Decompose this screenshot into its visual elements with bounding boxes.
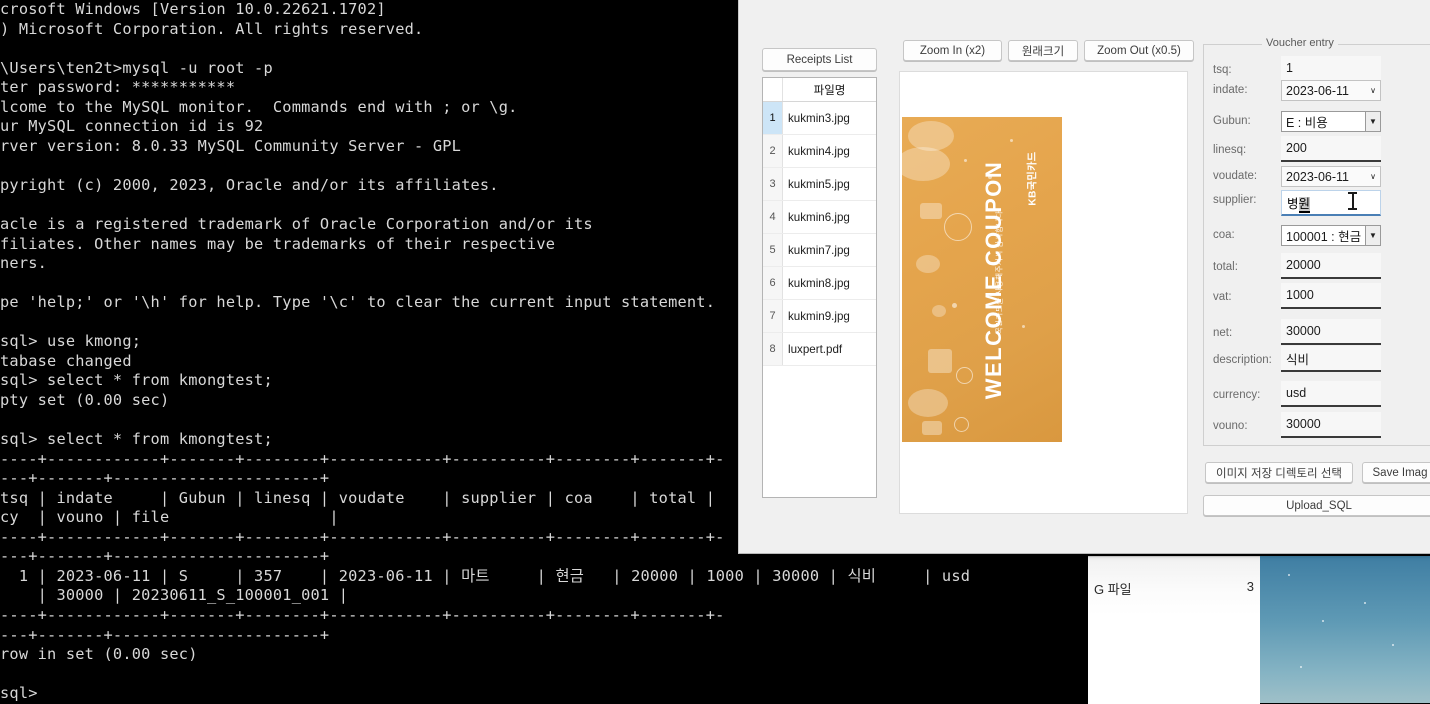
file-list-item-name: kukmin6.jpg <box>782 200 876 234</box>
file-list-item-name: kukmin9.jpg <box>782 299 876 333</box>
background-explorer-row: G 파일 3 <box>1088 579 1260 598</box>
form-label-linesq: linesq: <box>1213 144 1247 156</box>
form-label-vat: vat: <box>1213 291 1232 303</box>
terminal-line: ----+------------+-------+--------+-----… <box>0 605 725 624</box>
file-list-item[interactable]: 7 kukmin9.jpg <box>763 299 876 333</box>
background-file-explorer[interactable]: G 파일 3 <box>1088 556 1260 704</box>
select-image-directory-button[interactable]: 이미지 저장 디렉토리 선택 <box>1205 462 1353 483</box>
zoom-out-button[interactable]: Zoom Out (x0.5) <box>1084 40 1194 61</box>
form-label-total: total: <box>1213 261 1238 273</box>
dropdown-value: 2023-06-11 <box>1286 83 1350 98</box>
chevron-down-icon[interactable]: ∨ <box>1366 167 1380 186</box>
file-list-item-index: 8 <box>763 332 783 366</box>
form-label-vouno: vouno: <box>1213 420 1248 432</box>
file-list-item[interactable]: 5 kukmin7.jpg <box>763 233 876 267</box>
file-list-name-header: 파일명 <box>782 78 876 102</box>
terminal-line: ---+-------+----------------------+ <box>0 625 330 644</box>
file-list-item[interactable]: 3 kukmin5.jpg <box>763 167 876 201</box>
form-input-tsq[interactable]: 1 <box>1281 56 1381 82</box>
supplier-ime-text: 병원 <box>1287 193 1311 213</box>
form-input-currency[interactable]: usd <box>1281 381 1381 407</box>
file-list-table: 파일명 1 kukmin3.jpg 2 kukmin4.jpg 3 kukmin5.jpg… <box>763 78 876 366</box>
file-list-item[interactable]: 6 kukmin8.jpg <box>763 266 876 300</box>
receipt-coupon-image: WELCOME COUPON 국민카드를 사용해주셔서 감사합니다 KB국민카드 <box>902 117 1062 442</box>
file-list-item-index: 3 <box>763 167 783 201</box>
file-list-item-index: 6 <box>763 266 783 300</box>
file-list-item-name: kukmin5.jpg <box>782 167 876 201</box>
form-label-tsq: tsq: <box>1213 64 1232 76</box>
background-explorer-label: G 파일 <box>1094 582 1132 597</box>
form-label-indate: indate: <box>1213 84 1248 96</box>
image-viewer-panel[interactable]: WELCOME COUPON 국민카드를 사용해주셔서 감사합니다 KB국민카드 <box>899 71 1188 514</box>
dropdown-value: 2023-06-11 <box>1286 169 1350 184</box>
form-label-gubun: Gubun: <box>1213 115 1251 127</box>
form-input-vouno[interactable]: 30000 <box>1281 412 1381 438</box>
form-label-supplier: supplier: <box>1213 194 1257 206</box>
form-input-vat[interactable]: 1000 <box>1281 283 1381 309</box>
chevron-down-icon[interactable]: ∨ <box>1366 81 1380 100</box>
coupon-subtitle-text: 국민카드를 사용해주셔서 감사합니다 <box>994 210 1004 335</box>
terminal-line: 1 | 2023-06-11 | S | 357 | 2023-06-11 | … <box>0 566 971 585</box>
chevron-down-icon[interactable]: ▼ <box>1365 226 1380 245</box>
form-label-description: description: <box>1213 354 1272 366</box>
file-list-index-header <box>763 78 783 102</box>
form-input-total[interactable]: 20000 <box>1281 253 1381 279</box>
save-image-button[interactable]: Save Imag <box>1362 462 1430 483</box>
file-list-item-name: kukmin4.jpg <box>782 134 876 168</box>
file-list-item[interactable]: 2 kukmin4.jpg <box>763 134 876 168</box>
form-input-linesq[interactable]: 200 <box>1281 136 1381 162</box>
zoom-in-button[interactable]: Zoom In (x2) <box>903 40 1002 61</box>
form-label-coa: coa: <box>1213 229 1235 241</box>
file-list-panel[interactable]: 파일명 1 kukmin3.jpg 2 kukmin4.jpg 3 kukmin5.jpg… <box>762 77 877 498</box>
file-list-item-index: 7 <box>763 299 783 333</box>
zoom-original-size-button[interactable]: 원래크기 <box>1008 40 1078 61</box>
dropdown-value: E : 비용 <box>1286 116 1328 130</box>
terminal-line: | 30000 | 20230611_S_100001_001 | <box>0 586 349 605</box>
voucher-entry-legend: Voucher entry <box>1262 37 1338 49</box>
receipts-list-button[interactable]: Receipts List <box>762 48 877 71</box>
form-input-description[interactable]: 식비 <box>1281 346 1381 372</box>
dropdown-value: 100001 : 현금 <box>1286 230 1362 244</box>
file-list-item-name: luxpert.pdf <box>782 332 876 366</box>
file-list-item[interactable]: 8 luxpert.pdf <box>763 332 876 366</box>
file-list-item-index: 5 <box>763 233 783 267</box>
ime-composition: 원 <box>1298 197 1311 213</box>
form-input-net[interactable]: 30000 <box>1281 319 1381 345</box>
file-list-item-index: 2 <box>763 134 783 168</box>
form-dropdown-voudate[interactable]: 2023-06-11 ∨ <box>1281 166 1381 187</box>
upload-sql-button[interactable]: Upload_SQL <box>1203 495 1430 516</box>
file-list-item-index: 4 <box>763 200 783 234</box>
form-dropdown-indate[interactable]: 2023-06-11 ∨ <box>1281 80 1381 101</box>
form-label-net: net: <box>1213 327 1233 339</box>
file-list-item-name: kukmin8.jpg <box>782 266 876 300</box>
form-dropdown-coa[interactable]: 100001 : 현금 ▼ <box>1281 225 1381 246</box>
form-label-voudate: voudate: <box>1213 170 1258 182</box>
form-input-supplier[interactable]: 병원 <box>1281 190 1381 216</box>
form-label-currency: currency: <box>1213 389 1261 401</box>
coupon-brand-text: KB국민카드 <box>1027 151 1039 206</box>
form-dropdown-gubun[interactable]: E : 비용 ▼ <box>1281 111 1381 132</box>
file-list-body: 1 kukmin3.jpg 2 kukmin4.jpg 3 kukmin5.jpg 4 kuk… <box>763 101 876 366</box>
background-explorer-size: 3 <box>1246 579 1254 594</box>
desktop: G 파일 3 crosoft Windows [Version 10.0.226… <box>0 0 1430 704</box>
file-list-item-name: kukmin7.jpg <box>782 233 876 267</box>
file-list-item[interactable]: 4 kukmin6.jpg <box>763 200 876 234</box>
chevron-down-icon[interactable]: ▼ <box>1365 112 1380 131</box>
terminal-line: row in set (0.00 sec) <box>0 645 198 664</box>
file-list-item-index: 1 <box>763 101 783 135</box>
terminal-line: sql> <box>0 684 38 703</box>
desktop-wallpaper <box>1260 556 1430 703</box>
file-list-item-name: kukmin3.jpg <box>782 101 876 135</box>
file-list-item[interactable]: 1 kukmin3.jpg <box>763 101 876 135</box>
file-list-header-row: 파일명 <box>763 78 876 102</box>
